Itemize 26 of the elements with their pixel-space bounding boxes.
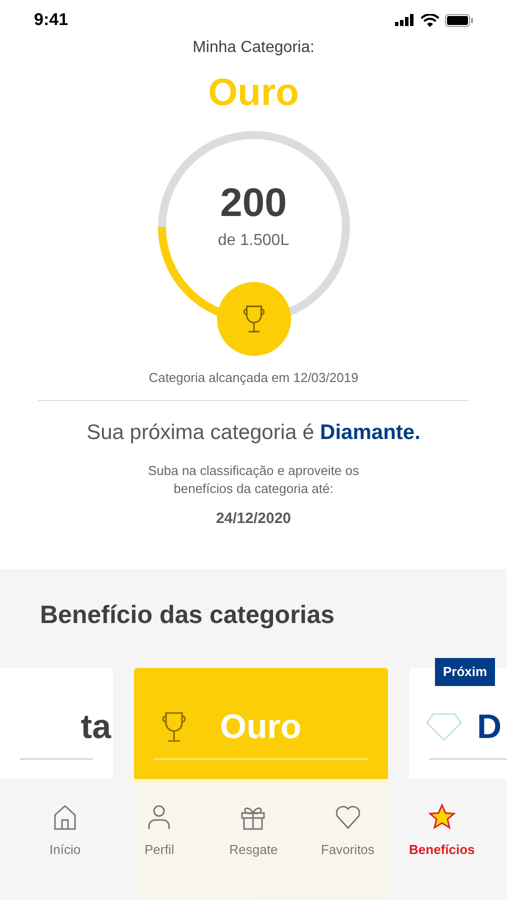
nav-tab[interactable]: Início [18,803,112,860]
nav-tab[interactable]: Resgate [206,803,301,860]
card-title: ta [80,710,111,744]
status-time: 9:41 [34,9,68,32]
card-title: Ouro [220,710,302,744]
nav-tab[interactable]: Perfil [112,803,206,860]
wifi-icon [421,14,439,26]
heart-icon [334,803,362,831]
points-goal: de 1.500L [218,231,290,251]
diamond-icon [425,712,463,742]
battery-icon [445,14,473,26]
nav-tab[interactable]: Benefícios [394,803,489,860]
section-heading: Benefício das categorias [40,600,336,630]
star-icon [428,803,456,831]
next-category: Sua próxima categoria é Diamante. [86,420,420,446]
deadline-date: 24/12/2020 [216,509,292,529]
card-title: D [477,710,502,744]
next-subtitle: Suba na classificação e aproveite os benefícios da categoria até: [146,462,360,498]
next-badge: Próxim [435,658,496,686]
nav-tab[interactable]: Favoritos [300,803,395,860]
reached-date: Categoria alcançada em 12/03/2019 [148,369,358,387]
signal-icon [395,14,415,26]
category-card[interactable]: ta [0,668,113,779]
category-label: Minha Categoria: [192,38,314,58]
points-value: 200 [220,183,287,223]
category-name: Ouro [208,74,299,112]
